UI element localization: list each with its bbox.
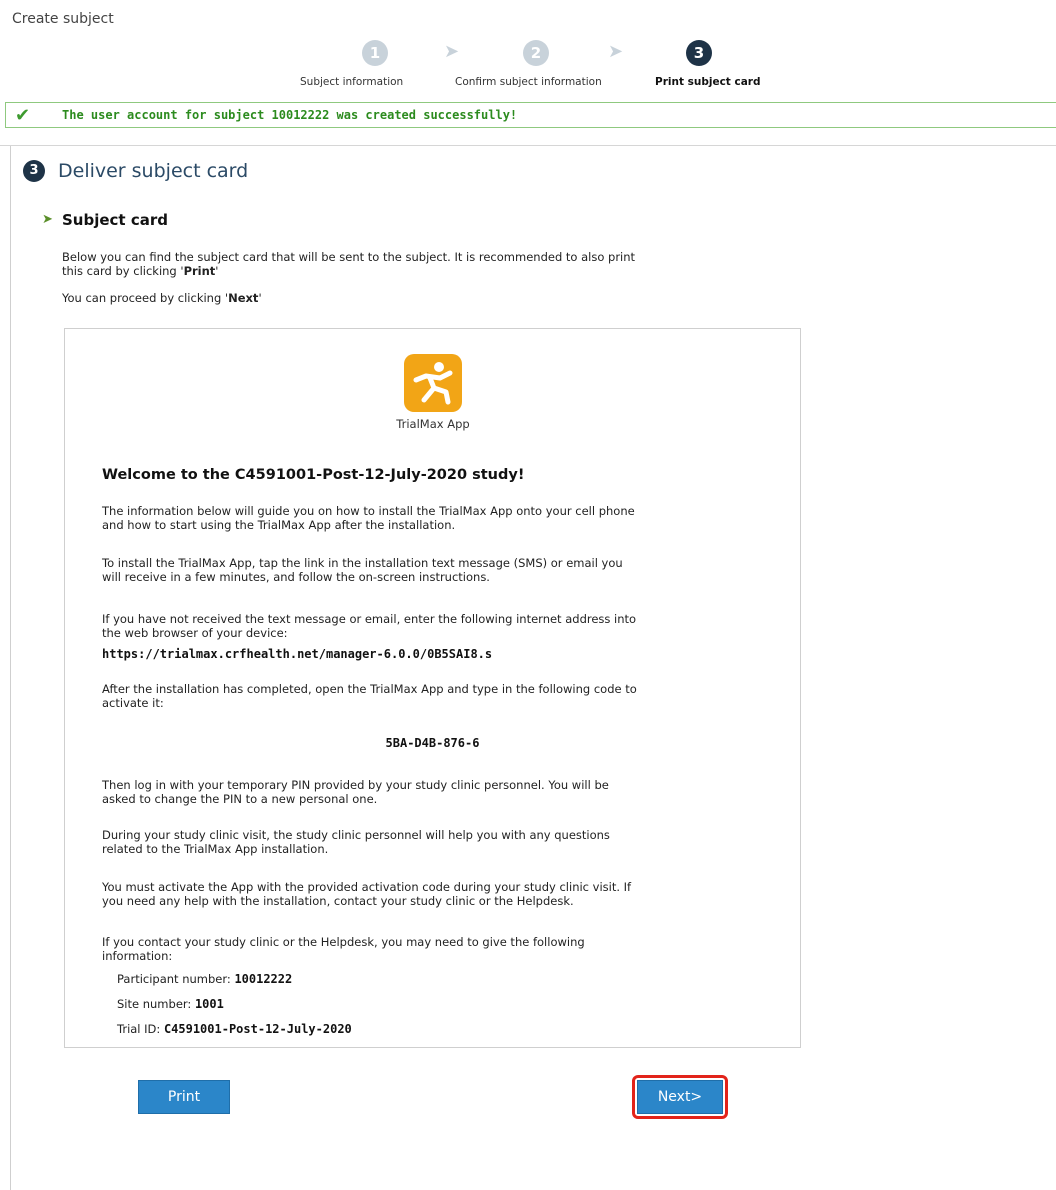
divider bbox=[0, 145, 1056, 146]
next-button[interactable]: Next> bbox=[637, 1080, 723, 1114]
trial-id-row: Trial ID: C4591001-Post-12-July-2020 bbox=[117, 1022, 352, 1036]
app-name: TrialMax App bbox=[396, 417, 470, 431]
card-paragraph: The information below will guide you on … bbox=[102, 504, 635, 532]
trialmax-runner-icon bbox=[404, 354, 462, 412]
page-title: Create subject bbox=[12, 11, 114, 27]
step-3-circle: 3 bbox=[686, 40, 712, 66]
checkmark-icon: ✔ bbox=[15, 105, 31, 126]
site-number-row: Site number: 1001 bbox=[117, 997, 224, 1011]
activation-code: 5BA-D4B-876-6 bbox=[385, 736, 480, 750]
step-1-circle: 1 bbox=[362, 40, 388, 66]
subsection-title[interactable]: Subject card bbox=[62, 211, 168, 229]
success-message: The user account for subject 10012222 wa… bbox=[62, 108, 518, 122]
chevron-right-icon: ➤ bbox=[444, 41, 460, 62]
print-button[interactable]: Print bbox=[138, 1080, 230, 1114]
card-paragraph: If you contact your study clinic or the … bbox=[102, 935, 585, 963]
card-heading: Welcome to the C4591001-Post-12-July-202… bbox=[102, 467, 525, 483]
step-3-label: Print subject card bbox=[655, 76, 761, 88]
install-url: https://trialmax.crfhealth.net/manager-6… bbox=[102, 647, 493, 661]
subject-card: TrialMax App Welcome to the C4591001-Pos… bbox=[64, 328, 801, 1048]
left-border bbox=[10, 146, 11, 1190]
intro-paragraph-2: You can proceed by clicking 'Next' bbox=[62, 291, 262, 305]
card-paragraph: If you have not received the text messag… bbox=[102, 612, 637, 640]
intro-paragraph-1: Below you can find the subject card that… bbox=[62, 250, 636, 278]
participant-number-row: Participant number: 10012222 bbox=[117, 972, 293, 986]
step-2-circle: 2 bbox=[523, 40, 549, 66]
card-paragraph: Then log in with your temporary PIN prov… bbox=[102, 778, 609, 806]
wizard-steps: 1 ➤ 2 ➤ 3 Subject information Confirm su… bbox=[0, 40, 1056, 100]
section-number-badge: 3 bbox=[23, 160, 45, 182]
chevron-right-icon: ➤ bbox=[608, 41, 624, 62]
card-paragraph: To install the TrialMax App, tap the lin… bbox=[102, 556, 623, 584]
card-paragraph: During your study clinic visit, the stud… bbox=[102, 828, 610, 856]
card-paragraph: You must activate the App with the provi… bbox=[102, 880, 632, 908]
step-2-label: Confirm subject information bbox=[455, 76, 602, 88]
section-title: Deliver subject card bbox=[58, 160, 249, 182]
success-alert: ✔ The user account for subject 10012222 … bbox=[5, 102, 1056, 128]
expand-arrow-icon[interactable]: ➤ bbox=[42, 212, 53, 227]
step-1-label: Subject information bbox=[300, 76, 404, 88]
card-paragraph: After the installation has completed, op… bbox=[102, 682, 637, 710]
